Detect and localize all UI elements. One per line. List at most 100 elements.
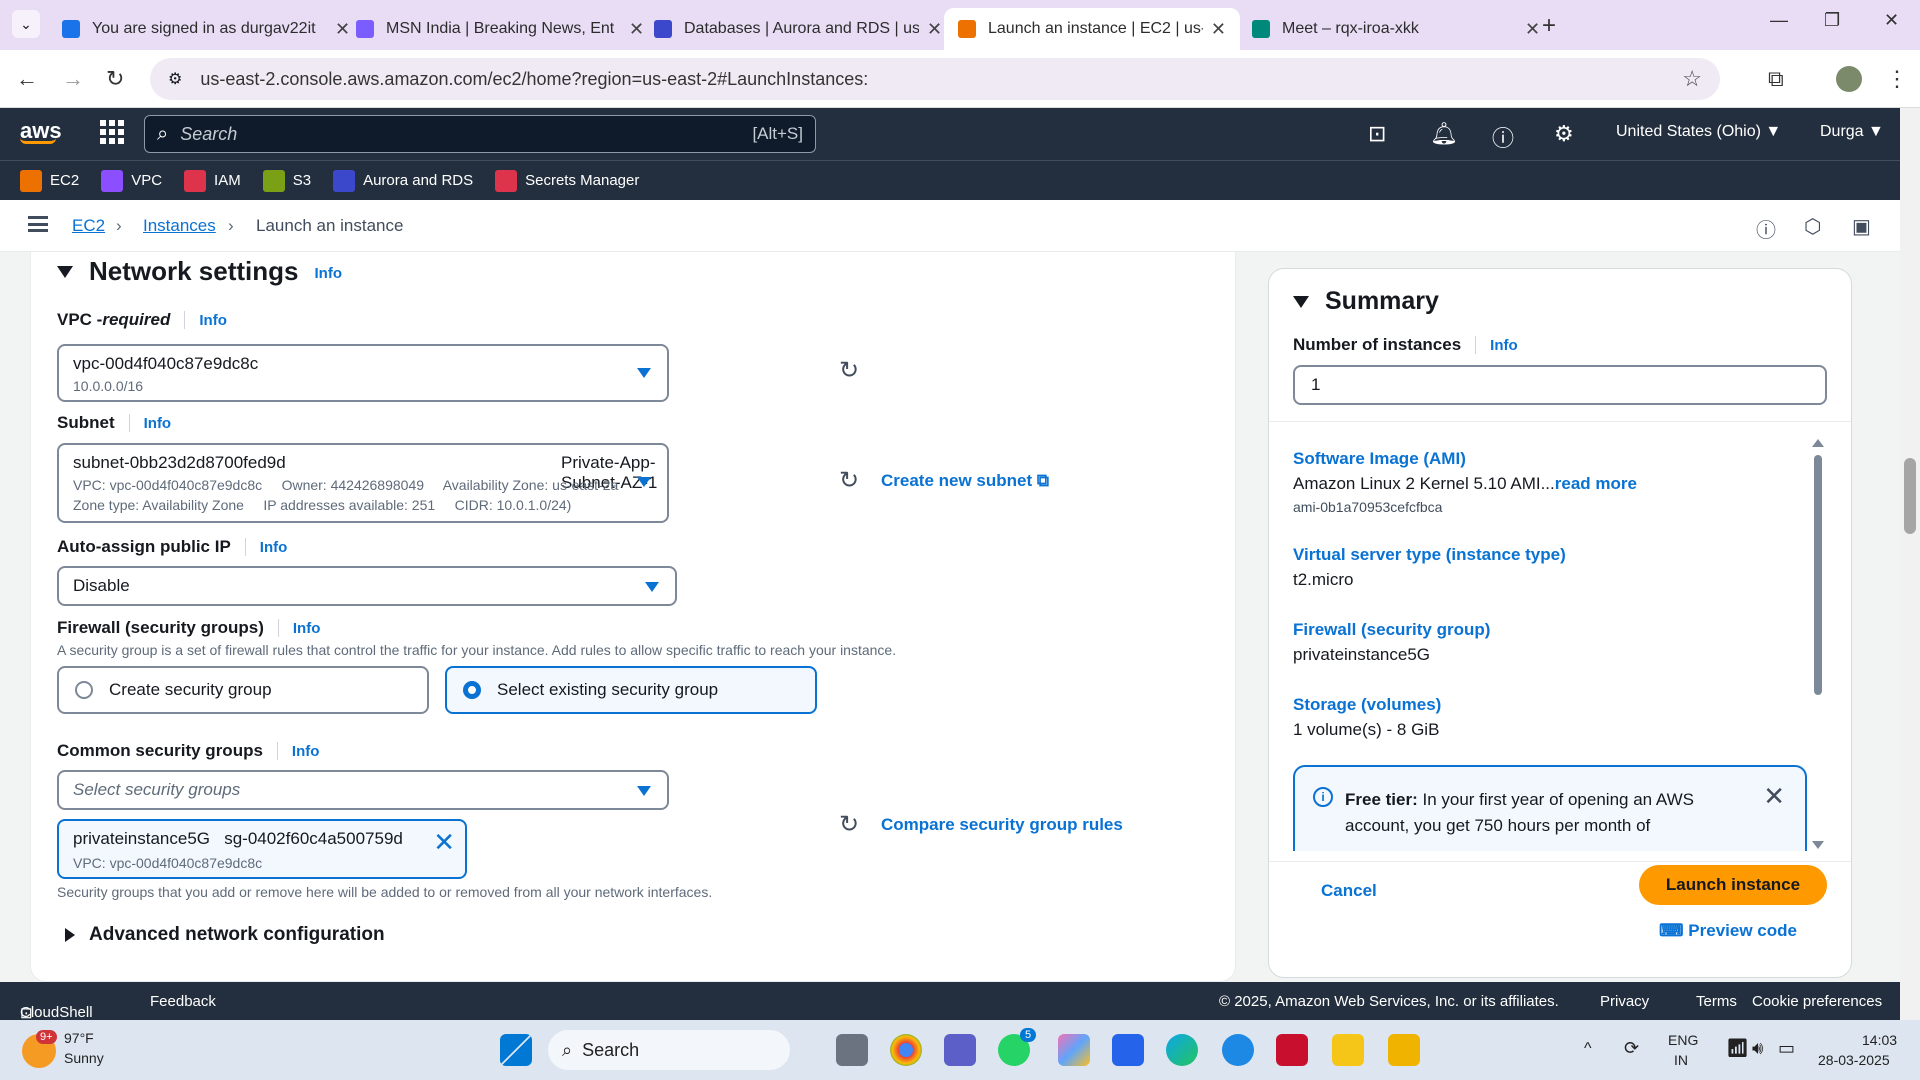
refresh-icon[interactable]: ↻	[839, 356, 859, 385]
info-link[interactable]: Info	[260, 539, 288, 556]
url-text[interactable]: us-east-2.console.aws.amazon.com/ec2/hom…	[200, 69, 868, 90]
scroll-thumb[interactable]	[1904, 458, 1916, 534]
info-link[interactable]: Info	[199, 312, 227, 329]
window-close-icon[interactable]: ✕	[1884, 10, 1899, 31]
firewall-link[interactable]: Firewall (security group)	[1293, 620, 1490, 640]
account-menu[interactable]: Durga ▼	[1820, 123, 1884, 141]
create-subnet-link[interactable]: Create new subnet ⧉	[881, 471, 1049, 491]
battery-icon[interactable]: ▭	[1778, 1038, 1795, 1059]
notifications-panel-icon[interactable]: ⬡	[1804, 214, 1821, 239]
side-nav-menu-icon[interactable]	[28, 216, 48, 232]
ami-link[interactable]: Software Image (AMI)	[1293, 449, 1466, 469]
tab-search-icon[interactable]: ⌄	[12, 10, 40, 38]
summary-scrollbar[interactable]	[1811, 439, 1824, 849]
chevron-up-icon[interactable]: ^	[1584, 1040, 1592, 1058]
new-tab-icon[interactable]: +	[1542, 12, 1556, 40]
terms-link[interactable]: Terms	[1696, 993, 1737, 1010]
info-panel-icon[interactable]: ⓘ	[1756, 214, 1776, 243]
collapse-caret-icon[interactable]	[1293, 295, 1309, 308]
favorite-vpc[interactable]: VPC	[101, 169, 162, 192]
scroll-up-icon[interactable]	[1812, 439, 1824, 447]
copilot-icon[interactable]	[1058, 1034, 1090, 1066]
notifications-bell-icon[interactable]: 🔔︎	[1430, 121, 1458, 147]
address-bar[interactable]: ⚙ us-east-2.console.aws.amazon.com/ec2/h…	[150, 58, 1720, 100]
favorite-s3[interactable]: S3	[262, 169, 311, 192]
aws-logo[interactable]: aws	[20, 118, 62, 144]
tab-close-icon[interactable]: ✕	[1211, 19, 1226, 40]
number-of-instances-input[interactable]: 1	[1293, 365, 1827, 405]
browser-tab[interactable]: You are signed in as durgav22it ✕	[48, 8, 364, 50]
refresh-icon[interactable]: ↻	[839, 466, 859, 495]
create-security-group-radio[interactable]: Create security group	[57, 666, 429, 714]
compare-security-group-rules-link[interactable]: Compare security group rules	[881, 815, 1123, 835]
tab-close-icon[interactable]: ✕	[927, 19, 942, 40]
auto-assign-ip-select[interactable]: Disable	[57, 566, 677, 606]
advanced-network-toggle[interactable]: Advanced network configuration	[65, 924, 385, 946]
services-menu-icon[interactable]	[100, 120, 124, 144]
info-link[interactable]: Info	[1490, 337, 1518, 354]
browser-tab[interactable]: Databases | Aurora and RDS | us ✕	[640, 8, 956, 50]
extensions-icon[interactable]: ⧉	[1768, 66, 1784, 92]
browser-menu-icon[interactable]: ⋮	[1886, 66, 1908, 92]
wifi-icon[interactable]: 📶︎	[1726, 1038, 1749, 1059]
browser-tab[interactable]: Meet – rqx-iroa-xkk ✕	[1238, 8, 1554, 50]
cloudshell-icon[interactable]: ⊡	[1368, 121, 1386, 147]
edge-icon[interactable]	[1166, 1034, 1198, 1066]
collapse-caret-icon[interactable]	[57, 265, 73, 278]
bookmark-star-icon[interactable]: ☆	[1682, 66, 1702, 92]
help-icon[interactable]: ⓘ	[1492, 121, 1514, 153]
cookie-preferences-link[interactable]: Cookie preferences	[1752, 993, 1882, 1010]
store-icon[interactable]	[1332, 1034, 1364, 1066]
storage-link[interactable]: Storage (volumes)	[1293, 695, 1441, 715]
scroll-thumb[interactable]	[1814, 455, 1822, 695]
aws-search-input[interactable]: ⌕ Search [Alt+S]	[144, 115, 816, 153]
read-more-link[interactable]: read more	[1555, 474, 1637, 493]
favorite-ec2[interactable]: EC2	[20, 169, 79, 192]
favorite-iam[interactable]: IAM	[184, 169, 241, 192]
instance-type-link[interactable]: Virtual server type (instance type)	[1293, 545, 1566, 565]
taskbar-search[interactable]: ⌕ Search	[548, 1030, 790, 1070]
dismiss-alert-icon[interactable]: ✕	[1763, 781, 1785, 812]
forward-icon[interactable]: →	[62, 66, 84, 92]
clock-time[interactable]: 14:03	[1862, 1032, 1897, 1048]
minimize-icon[interactable]: —	[1770, 10, 1788, 31]
settings-gear-icon[interactable]: ⚙	[1554, 121, 1574, 147]
clock-date[interactable]: 28-03-2025	[1818, 1052, 1890, 1068]
file-explorer-icon[interactable]	[1388, 1034, 1420, 1066]
profile-avatar[interactable]	[1836, 66, 1862, 92]
favorite-rds[interactable]: Aurora and RDS	[333, 169, 473, 192]
info-link[interactable]: Info	[293, 620, 321, 637]
remove-token-icon[interactable]: ✕	[433, 827, 455, 858]
feedback-link[interactable]: Feedback	[150, 993, 216, 1010]
subnet-select[interactable]: subnet-0bb23d2d8700fed9d Private-App-Sub…	[57, 443, 669, 523]
task-view-icon[interactable]	[836, 1034, 868, 1066]
info-link[interactable]: Info	[315, 265, 343, 282]
select-existing-security-group-radio[interactable]: Select existing security group	[445, 666, 817, 714]
windows-start-icon[interactable]	[500, 1034, 532, 1066]
summary-header[interactable]: Summary	[1293, 287, 1439, 316]
page-scrollbar[interactable]	[1900, 108, 1920, 1020]
restore-icon[interactable]: ❐	[1824, 10, 1840, 31]
breadcrumb-ec2[interactable]: EC2	[72, 216, 105, 236]
browser-tab-active[interactable]: Launch an instance | EC2 | us-ea ✕	[944, 8, 1240, 50]
breadcrumb-instances[interactable]: Instances	[143, 216, 216, 236]
site-info-icon[interactable]: ⚙	[168, 69, 182, 89]
info-link[interactable]: Info	[144, 415, 172, 432]
sync-icon[interactable]: ⟳	[1624, 1038, 1639, 1059]
preview-code-button[interactable]: ⌨ Preview code	[1659, 921, 1797, 941]
section-header[interactable]: Network settings Info	[57, 256, 342, 287]
info-link[interactable]: Info	[292, 743, 320, 760]
help-app-icon[interactable]	[1222, 1034, 1254, 1066]
browser-tab[interactable]: MSN India | Breaking News, Ent ✕	[342, 8, 658, 50]
chrome-icon[interactable]	[890, 1034, 922, 1066]
feedback-panel-icon[interactable]: ▣	[1852, 214, 1871, 239]
security-groups-select[interactable]: Select security groups	[57, 770, 669, 810]
launch-instance-button[interactable]: Launch instance	[1639, 865, 1827, 905]
hp-app-icon[interactable]	[1112, 1034, 1144, 1066]
region-selector[interactable]: United States (Ohio) ▼	[1616, 123, 1781, 141]
language-indicator[interactable]: ENG	[1668, 1032, 1698, 1048]
tab-close-icon[interactable]: ✕	[1525, 19, 1540, 40]
privacy-link[interactable]: Privacy	[1600, 993, 1649, 1010]
back-icon[interactable]: ←	[16, 66, 38, 92]
favorite-secrets-manager[interactable]: Secrets Manager	[495, 169, 639, 192]
